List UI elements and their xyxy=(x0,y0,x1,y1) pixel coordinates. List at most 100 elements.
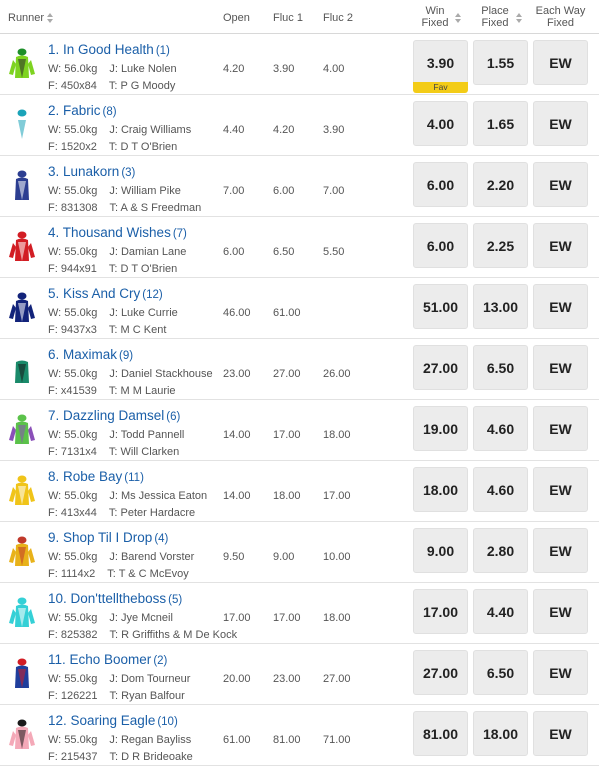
barrier-number: (11) xyxy=(124,472,144,484)
runner-name-link[interactable]: 9. Shop Til I Drop (4) xyxy=(48,530,168,545)
win-sort-icon[interactable] xyxy=(455,13,461,23)
runner-trainer: T: Will Clarken xyxy=(108,446,180,458)
runner-name-link[interactable]: 10. Don'ttelltheboss (5) xyxy=(48,591,182,606)
open-odds: 17.00 xyxy=(223,612,251,624)
runner-trainer: T: D T O'Brien xyxy=(108,141,178,153)
fluc2-odds: 18.00 xyxy=(323,612,351,624)
runner-form: F: x41539 xyxy=(48,385,97,397)
runner-name-link[interactable]: 1. In Good Health (1) xyxy=(48,42,170,57)
win-fixed-odds-button[interactable]: 6.00 xyxy=(413,223,468,268)
win-fixed-odds-button[interactable]: 9.00 xyxy=(413,528,468,573)
win-fixed-odds-button[interactable]: 18.00 xyxy=(413,467,468,512)
win-fixed-odds-button[interactable]: 27.00 xyxy=(413,650,468,695)
runner-weight-jockey: W: 55.0kg J: Damian Lane xyxy=(48,246,186,258)
place-fixed-odds-button[interactable]: 13.00 xyxy=(473,284,528,329)
win-column-header[interactable]: Win Fixed xyxy=(413,5,457,29)
fluc2-odds: 27.00 xyxy=(323,673,351,685)
runner-form-trainer: F: 7131x4 T: Will Clarken xyxy=(48,446,179,458)
each-way-column-header: Each Way Fixed xyxy=(533,5,588,29)
runner-name-link[interactable]: 2. Fabric (8) xyxy=(48,103,117,118)
runner-header-label: Runner xyxy=(8,12,45,24)
runner-form-trainer: F: 1114x2 T: T & C McEvoy xyxy=(48,568,189,580)
runner-weight: W: 55.0kg xyxy=(48,490,98,502)
each-way-button[interactable]: EW xyxy=(533,162,588,207)
runner-name-link[interactable]: 3. Lunakorn (3) xyxy=(48,164,135,179)
place-fixed-odds-button[interactable]: 4.60 xyxy=(473,406,528,451)
runner-name-link[interactable]: 11. Echo Boomer (2) xyxy=(48,652,167,667)
runner-row: 7. Dazzling Damsel (6) W: 55.0kg J: Todd P… xyxy=(0,400,599,461)
fluc1-odds: 3.90 xyxy=(273,63,295,75)
runner-form-trainer: F: 831308 T: A & S Freedman xyxy=(48,202,201,214)
fluc1-odds: 27.00 xyxy=(273,368,301,380)
place-fixed-odds-button[interactable]: 18.00 xyxy=(473,711,528,756)
each-way-button[interactable]: EW xyxy=(533,223,588,268)
open-odds: 46.00 xyxy=(223,307,251,319)
runner-weight: W: 55.0kg xyxy=(48,307,98,319)
place-fixed-odds-button[interactable]: 1.65 xyxy=(473,101,528,146)
each-way-button[interactable]: EW xyxy=(533,711,588,756)
runner-jockey: J: Jye Mcneil xyxy=(109,612,173,624)
runner-jockey: J: Luke Nolen xyxy=(109,63,177,75)
win-fixed-odds-button[interactable]: 17.00 xyxy=(413,589,468,634)
runner-jockey: J: Regan Bayliss xyxy=(109,734,192,746)
win-fixed-odds-button[interactable]: 51.00 xyxy=(413,284,468,329)
each-way-button[interactable]: EW xyxy=(533,528,588,573)
fluc1-odds: 17.00 xyxy=(273,429,301,441)
place-sort-icon[interactable] xyxy=(516,13,522,23)
place-fixed-odds-button[interactable]: 6.50 xyxy=(473,650,528,695)
jockey-silk-icon xyxy=(8,475,36,507)
runner-column-header[interactable]: Runner xyxy=(8,12,54,24)
jockey-silk-icon xyxy=(8,170,36,202)
open-odds: 23.00 xyxy=(223,368,251,380)
win-fixed-odds-button[interactable]: 27.00 xyxy=(413,345,468,390)
runner-trainer: T: T & C McEvoy xyxy=(107,568,189,580)
place-column-header[interactable]: Place Fixed xyxy=(473,5,517,29)
runner-jockey: J: Todd Pannell xyxy=(109,429,185,441)
runner-row: 5. Kiss And Cry (12) W: 55.0kg J: Luke Cur… xyxy=(0,278,599,339)
open-odds: 61.00 xyxy=(223,734,251,746)
each-way-button[interactable]: EW xyxy=(533,284,588,329)
runner-weight: W: 55.0kg xyxy=(48,612,98,624)
win-fixed-odds-button[interactable]: 3.90 xyxy=(413,40,468,85)
barrier-number: (12) xyxy=(142,289,163,301)
runner-name-link[interactable]: 6. Maximak (9) xyxy=(48,347,133,362)
runner-name-link[interactable]: 12. Soaring Eagle (10) xyxy=(48,713,178,728)
place-fixed-odds-button[interactable]: 6.50 xyxy=(473,345,528,390)
runner-form-trainer: F: 944x91 T: D T O'Brien xyxy=(48,263,177,275)
win-fixed-odds-button[interactable]: 81.00 xyxy=(413,711,468,756)
runner-trainer: T: R Griffiths & M De Kock xyxy=(109,629,238,641)
each-way-button[interactable]: EW xyxy=(533,40,588,85)
barrier-number: (6) xyxy=(166,411,181,423)
win-fixed-odds-button[interactable]: 4.00 xyxy=(413,101,468,146)
runner-name-link[interactable]: 4. Thousand Wishes (7) xyxy=(48,225,187,240)
place-fixed-odds-button[interactable]: 2.80 xyxy=(473,528,528,573)
place-fixed-odds-button[interactable]: 2.25 xyxy=(473,223,528,268)
each-way-button[interactable]: EW xyxy=(533,345,588,390)
runner-name-link[interactable]: 7. Dazzling Damsel (6) xyxy=(48,408,180,423)
place-fixed-odds-button[interactable]: 4.40 xyxy=(473,589,528,634)
place-fixed-odds-button[interactable]: 4.60 xyxy=(473,467,528,512)
open-odds: 7.00 xyxy=(223,185,245,197)
each-way-button[interactable]: EW xyxy=(533,406,588,451)
win-header-line2: Fixed xyxy=(421,17,449,29)
runner-form: F: 1520x2 xyxy=(48,141,97,153)
each-way-button[interactable]: EW xyxy=(533,467,588,512)
runner-name-link[interactable]: 5. Kiss And Cry (12) xyxy=(48,286,163,301)
barrier-number: (2) xyxy=(153,655,168,667)
runner-form: F: 215437 xyxy=(48,751,98,763)
ew-header-line1: Each Way xyxy=(535,5,586,17)
jockey-silk-icon xyxy=(8,109,36,141)
runner-weight-jockey: W: 55.0kg J: Todd Pannell xyxy=(48,429,184,441)
each-way-button[interactable]: EW xyxy=(533,589,588,634)
win-fixed-odds-button[interactable]: 19.00 xyxy=(413,406,468,451)
each-way-button[interactable]: EW xyxy=(533,650,588,695)
win-fixed-odds-button[interactable]: 6.00 xyxy=(413,162,468,207)
runner-row: 12. Soaring Eagle (10) W: 55.0kg J: Regan … xyxy=(0,705,599,766)
runner-name-link[interactable]: 8. Robe Bay (11) xyxy=(48,469,144,484)
fluc1-odds: 81.00 xyxy=(273,734,301,746)
place-fixed-odds-button[interactable]: 1.55 xyxy=(473,40,528,85)
place-fixed-odds-button[interactable]: 2.20 xyxy=(473,162,528,207)
runner-weight: W: 55.0kg xyxy=(48,734,98,746)
each-way-button[interactable]: EW xyxy=(533,101,588,146)
sort-icon[interactable] xyxy=(47,13,54,24)
